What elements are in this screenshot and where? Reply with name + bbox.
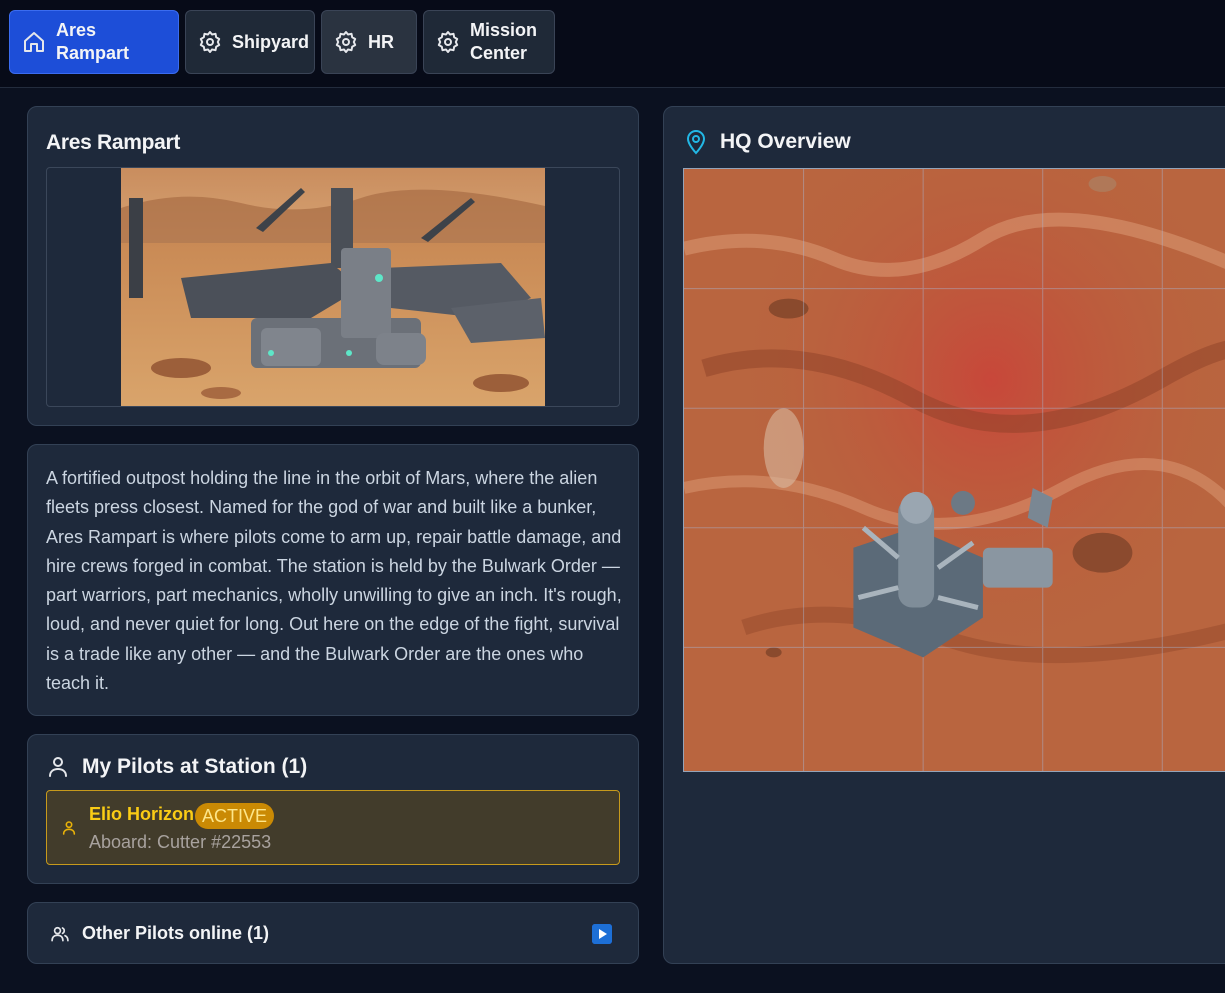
- hq-overview-panel: HQ Overview: [663, 106, 1225, 964]
- my-pilots-title: My Pilots at Station (1): [82, 755, 308, 778]
- tab-mission-center[interactable]: Mission Center: [423, 10, 555, 74]
- expand-play-button[interactable]: [592, 924, 612, 944]
- other-pilots-header: Other Pilots online (1): [50, 923, 269, 944]
- top-nav: Ares Rampart Shipyard HR Mission Center: [0, 0, 1225, 88]
- pilot-location: Aboard: Cutter #22553: [89, 832, 272, 852]
- tab-label: Mission Center: [470, 20, 538, 63]
- gear-icon: [335, 31, 357, 53]
- gear-icon: [199, 31, 221, 53]
- station-title: Ares Rampart: [46, 131, 181, 154]
- tab-label: Ares Rampart: [56, 20, 130, 63]
- user-icon: [62, 821, 76, 835]
- users-icon: [51, 926, 69, 941]
- pilot-card[interactable]: Elio Horizon ACTIVE Aboard: Cutter #2255…: [46, 790, 620, 865]
- home-icon: [24, 32, 44, 52]
- station-image-frame: [46, 167, 620, 407]
- pilot-name: Elio Horizon: [89, 804, 194, 824]
- hq-overview-header: HQ Overview: [684, 129, 851, 155]
- map-pin-icon: [686, 130, 706, 155]
- station-description-panel: A fortified outpost holding the line in …: [27, 444, 639, 716]
- my-pilots-panel: My Pilots at Station (1) Elio Horizon AC…: [27, 734, 639, 884]
- tab-label: Shipyard: [232, 31, 310, 52]
- station-header-panel: Ares Rampart: [27, 106, 639, 426]
- play-icon: [592, 924, 612, 944]
- user-icon: [49, 757, 67, 777]
- hq-map-image: [684, 169, 1225, 771]
- station-description: A fortified outpost holding the line in …: [46, 468, 622, 694]
- hq-overview-title: HQ Overview: [720, 130, 851, 153]
- tab-label: HR: [368, 31, 394, 52]
- status-badge: ACTIVE: [195, 803, 275, 829]
- station-image: [121, 168, 545, 406]
- my-pilots-header: My Pilots at Station (1): [46, 755, 307, 779]
- tab-hr[interactable]: HR: [321, 10, 417, 74]
- tab-shipyard[interactable]: Shipyard: [185, 10, 315, 74]
- other-pilots-panel[interactable]: Other Pilots online (1): [27, 902, 639, 964]
- other-pilots-title: Other Pilots online (1): [82, 923, 270, 943]
- tab-ares-rampart[interactable]: Ares Rampart: [9, 10, 179, 74]
- gear-icon: [437, 31, 459, 53]
- hq-map[interactable]: [683, 168, 1225, 772]
